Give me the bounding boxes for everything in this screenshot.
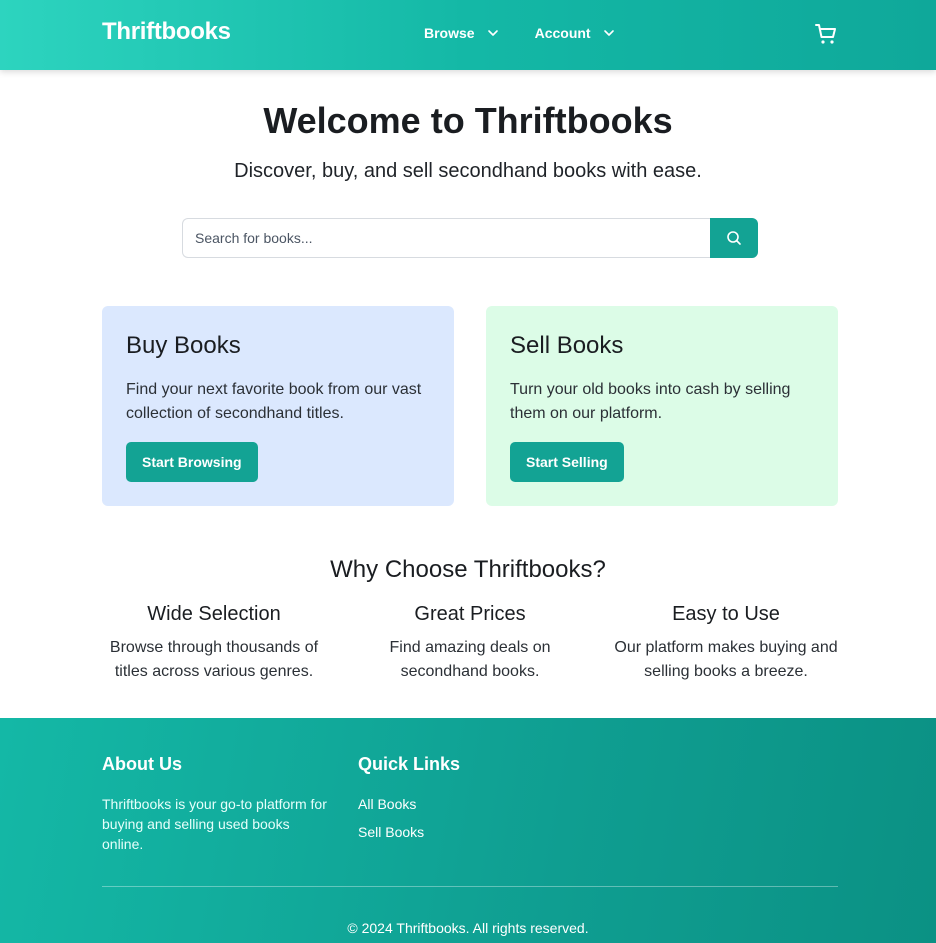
about-us-text: Thriftbooks is your go-to platform for b… (102, 796, 327, 852)
feature-title: Great Prices (414, 603, 526, 625)
quick-links-title: Quick Links (358, 754, 461, 774)
buy-books-card: Buy Books Find your next favorite book f… (102, 306, 454, 506)
cart-icon[interactable] (814, 22, 838, 46)
site-header: Thriftbooks Browse Account (0, 0, 936, 70)
site-footer: About Us Thriftbooks is your go-to platf… (0, 718, 936, 943)
nav-account-label: Account (534, 25, 591, 41)
about-us-title: About Us (102, 754, 182, 774)
site-logo[interactable]: Thriftbooks (102, 18, 231, 46)
feature-title: Easy to Use (672, 603, 780, 625)
why-choose-title: Why Choose Thriftbooks? (330, 556, 606, 583)
chevron-down-icon (603, 30, 614, 36)
page-subtitle: Discover, buy, and sell secondhand books… (234, 160, 702, 182)
feature-easy-to-use: Easy to Use Our platform makes buying an… (598, 603, 854, 684)
main-nav: Browse Account (424, 25, 615, 41)
feature-title: Wide Selection (147, 603, 281, 625)
copyright-text: © 2024 Thriftbooks. All rights reserved. (347, 920, 589, 936)
sell-books-text: Turn your old books into cash by selling… (510, 381, 791, 422)
feature-great-prices: Great Prices Find amazing deals on secon… (342, 603, 598, 684)
search-icon (727, 231, 741, 245)
footer-divider (102, 886, 838, 887)
buy-books-text: Find your next favorite book from our va… (126, 381, 422, 422)
feature-text: Browse through thousands of titles acros… (109, 639, 319, 680)
page-title: Welcome to Thriftbooks (263, 100, 673, 141)
feature-wide-selection: Wide Selection Browse through thousands … (86, 603, 342, 684)
chevron-down-icon (487, 30, 498, 36)
feature-text: Our platform makes buying and selling bo… (614, 639, 838, 680)
sell-books-title: Sell Books (510, 332, 624, 359)
nav-browse-label: Browse (424, 25, 475, 41)
search-button[interactable] (710, 218, 758, 258)
start-selling-button[interactable]: Start Selling (510, 442, 624, 482)
nav-browse[interactable]: Browse (424, 25, 499, 41)
footer-link-sell-books[interactable]: Sell Books (358, 818, 424, 846)
start-browsing-button[interactable]: Start Browsing (126, 442, 258, 482)
footer-link-all-books[interactable]: All Books (358, 794, 424, 814)
nav-account[interactable]: Account (535, 25, 615, 41)
search-bar (182, 218, 758, 258)
features-list: Wide Selection Browse through thousands … (86, 603, 854, 684)
feature-text: Find amazing deals on secondhand books. (389, 639, 551, 680)
sell-books-card: Sell Books Turn your old books into cash… (486, 306, 838, 506)
search-input[interactable] (182, 218, 710, 258)
buy-books-title: Buy Books (126, 332, 241, 359)
quick-links-list: All Books Sell Books (358, 794, 424, 846)
